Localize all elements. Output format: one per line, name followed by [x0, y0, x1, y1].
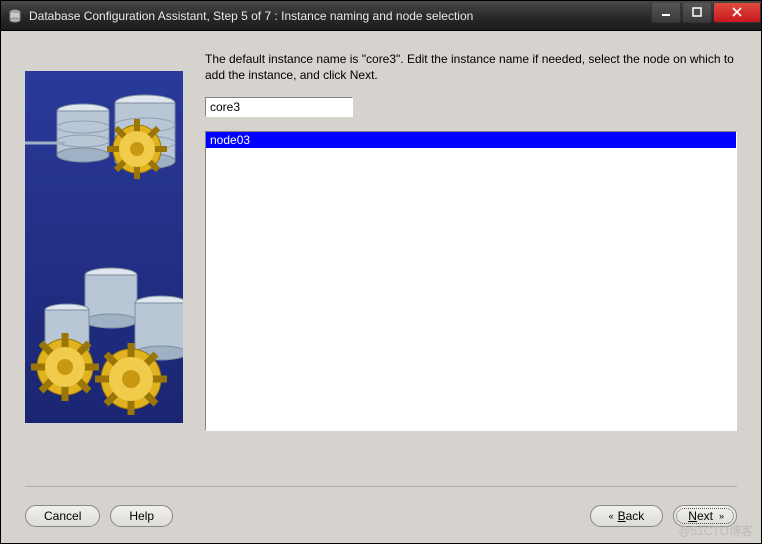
instruction-text: The default instance name is "core3". Ed… [205, 51, 737, 83]
titlebar: Database Configuration Assistant, Step 5… [1, 1, 761, 31]
app-icon [7, 8, 23, 24]
window-title: Database Configuration Assistant, Step 5… [29, 9, 650, 23]
content-area: The default instance name is "core3". Ed… [1, 31, 761, 543]
back-button[interactable]: « Back [590, 505, 664, 527]
node-list[interactable]: node03 [205, 131, 737, 431]
wizard-side-image [25, 71, 183, 423]
instance-name-input[interactable] [205, 97, 353, 117]
close-button[interactable] [713, 3, 761, 23]
chevron-right-icon: » [719, 511, 722, 521]
help-button[interactable]: Help [110, 505, 173, 527]
maximize-button[interactable] [682, 3, 712, 23]
chevron-left-icon: « [609, 511, 612, 521]
node-list-item[interactable]: node03 [206, 132, 736, 148]
cancel-button[interactable]: Cancel [25, 505, 100, 527]
app-window: Database Configuration Assistant, Step 5… [0, 0, 762, 544]
button-bar: Cancel Help « Back Next » [25, 486, 737, 527]
window-controls [650, 3, 761, 23]
minimize-button[interactable] [651, 3, 681, 23]
right-pane: The default instance name is "core3". Ed… [205, 51, 737, 472]
next-button[interactable]: Next » [673, 505, 737, 527]
